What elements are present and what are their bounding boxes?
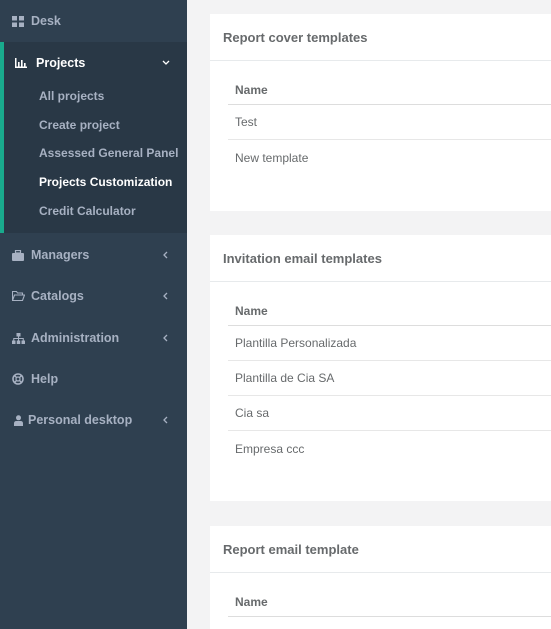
table-row[interactable]: Plantilla Personalizada — [228, 326, 551, 361]
sidebar-item-label: Catalogs — [31, 289, 84, 303]
sidebar-item-desk[interactable]: Desk — [0, 1, 187, 41]
invitation-email-templates-table: Name Plantilla Personalizada Plantilla d… — [228, 296, 551, 466]
sidebar-item-label: Administration — [31, 331, 120, 345]
sitemap-icon — [11, 331, 25, 345]
table-row[interactable]: Plantilla de Cia SA — [228, 361, 551, 396]
panel-title: Invitation email templates — [210, 235, 551, 282]
invitation-email-templates-panel: Invitation email templates Name Plantill… — [210, 235, 551, 501]
chevron-left-icon — [162, 251, 168, 259]
sidebar-item-label: Projects — [36, 55, 86, 70]
report-email-template-table: Name — [228, 587, 551, 617]
main-content: Report cover templates Name Test New tem… — [187, 0, 551, 629]
panel-title: Report email template — [210, 526, 551, 573]
user-icon — [11, 413, 25, 427]
folder-open-icon — [11, 289, 25, 303]
column-header-name: Name — [228, 587, 551, 617]
life-ring-icon — [11, 372, 25, 386]
report-email-template-panel: Report email template Name — [210, 526, 551, 629]
table-row[interactable]: New template — [228, 140, 551, 175]
sidebar-item-projects[interactable]: Projects — [0, 42, 187, 83]
sidebar-item-label: Managers — [31, 248, 90, 262]
sidebar-item-administration[interactable]: Administration — [0, 318, 187, 358]
column-header-name: Name — [228, 296, 551, 326]
sidebar-item-label: Desk — [31, 14, 61, 28]
chevron-left-icon — [162, 416, 168, 424]
briefcase-icon — [11, 248, 25, 262]
submenu-create-project[interactable]: Create project — [39, 118, 120, 132]
chevron-down-icon — [162, 60, 170, 66]
report-cover-templates-panel: Report cover templates Name Test New tem… — [210, 14, 551, 211]
submenu-projects-customization[interactable]: Projects Customization — [39, 175, 172, 189]
submenu-all-projects[interactable]: All projects — [39, 89, 104, 103]
sidebar-item-personal-desktop[interactable]: Personal desktop — [0, 400, 187, 440]
column-header-name: Name — [228, 75, 551, 105]
chevron-left-icon — [162, 334, 168, 342]
sidebar-item-help[interactable]: Help — [0, 359, 187, 399]
sidebar: Desk Projects All projects Create projec… — [0, 0, 187, 629]
sidebar-item-catalogs[interactable]: Catalogs — [0, 276, 187, 316]
table-row[interactable]: Empresa ccc — [228, 431, 551, 466]
submenu-credit-calculator[interactable]: Credit Calculator — [39, 204, 136, 218]
chevron-left-icon — [162, 292, 168, 300]
sidebar-item-managers[interactable]: Managers — [0, 235, 187, 275]
grid-icon — [11, 14, 25, 28]
submenu-assessed-general-panel[interactable]: Assessed General Panel — [39, 146, 178, 160]
sidebar-item-label: Help — [31, 372, 59, 386]
bar-chart-icon — [14, 56, 28, 70]
sidebar-item-label: Personal desktop — [28, 413, 133, 427]
table-row[interactable]: Test — [228, 105, 551, 140]
panel-title: Report cover templates — [210, 14, 551, 61]
table-row[interactable]: Cia sa — [228, 396, 551, 431]
projects-submenu: All projects Create project Assessed Gen… — [0, 83, 187, 233]
report-cover-templates-table: Name Test New template — [228, 75, 551, 175]
